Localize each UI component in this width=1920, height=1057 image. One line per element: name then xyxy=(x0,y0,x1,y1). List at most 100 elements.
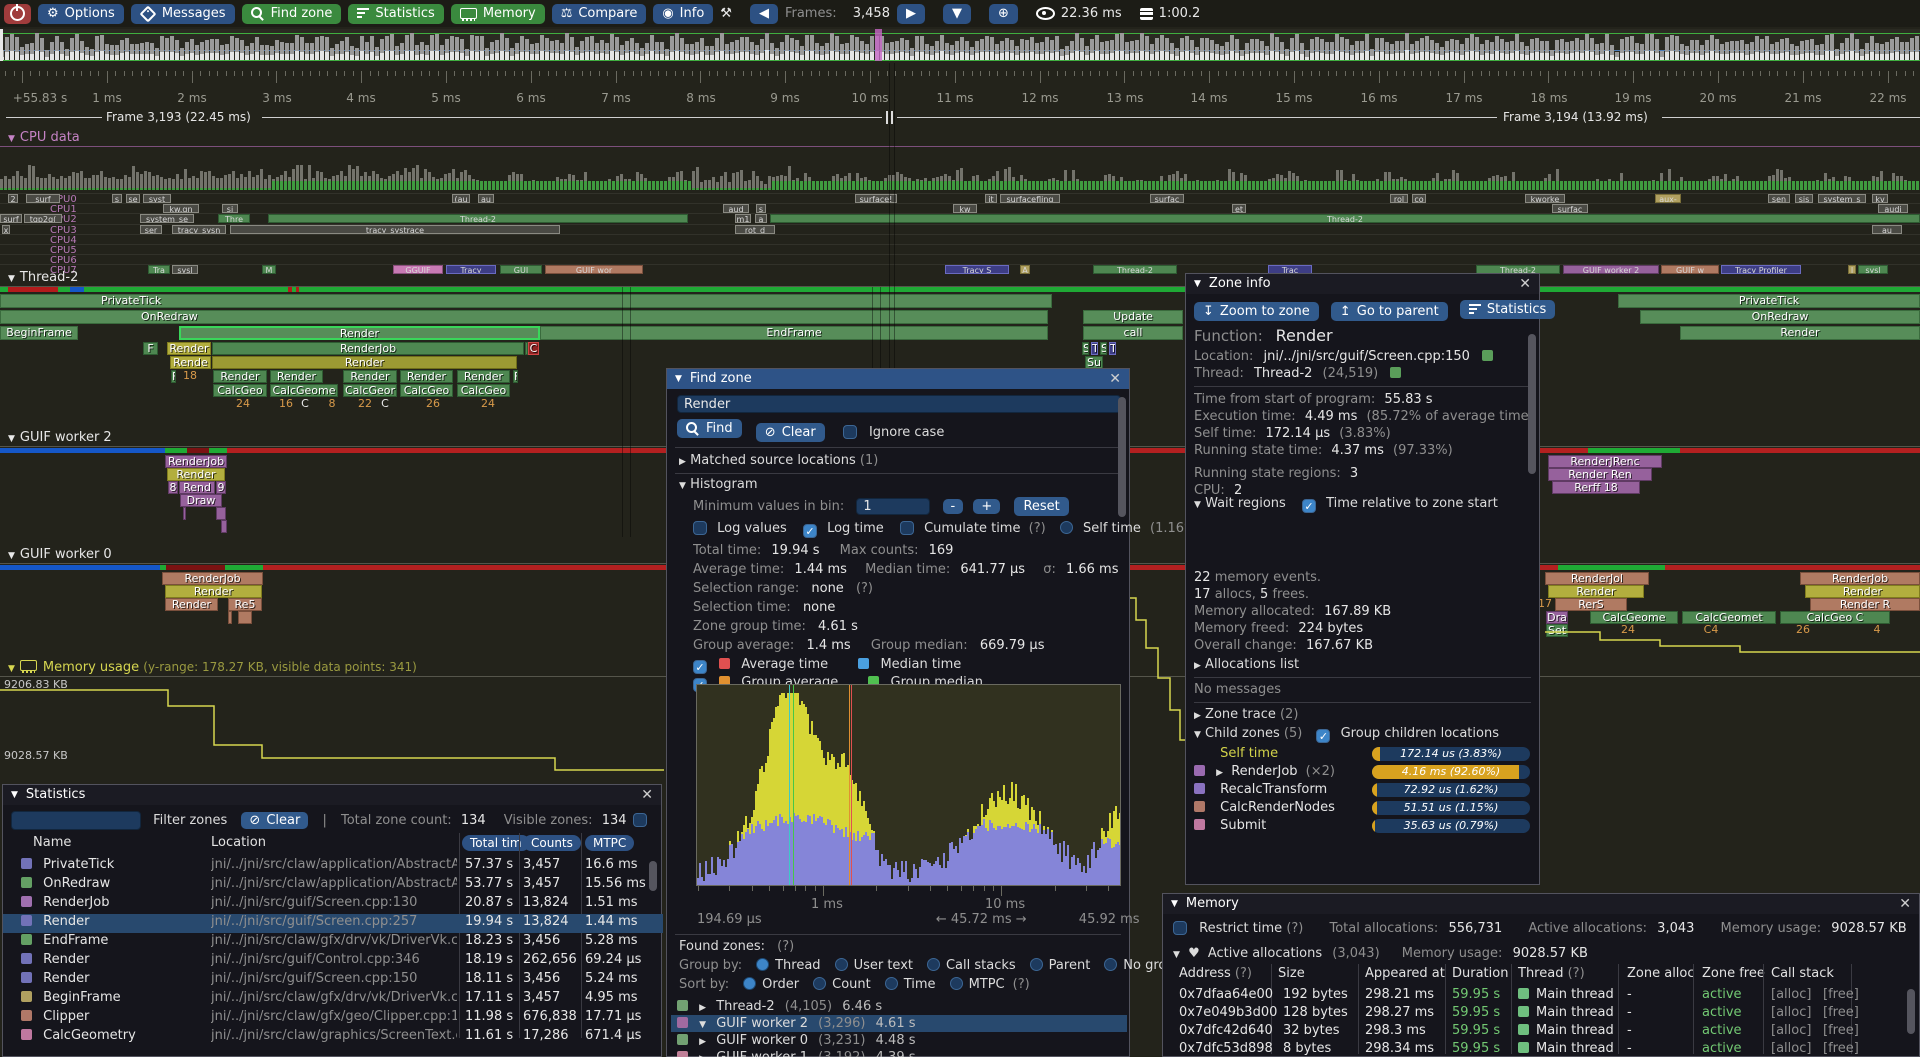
reset-button[interactable]: Reset xyxy=(1014,497,1068,516)
timeline-zone[interactable]: Re5 xyxy=(228,598,262,611)
log-values-checkbox[interactable] xyxy=(693,521,707,535)
statistics-row[interactable]: CalcGeometry jni/../jni/src/claw/graphic… xyxy=(3,1028,663,1047)
cpu-zone-chip[interactable]: kv xyxy=(1872,194,1888,203)
cpu-zone-chip[interactable]: a xyxy=(755,214,767,223)
crosshair-button[interactable]: ⊕ xyxy=(989,4,1018,24)
sort-by-time-radio[interactable] xyxy=(885,977,898,990)
min-bin-input[interactable] xyxy=(856,498,930,515)
cpu-zone-chip[interactable]: Thre xyxy=(218,214,250,223)
log-time-checkbox[interactable]: ✓ xyxy=(803,524,817,538)
timeline-zone[interactable]: 24 xyxy=(473,398,503,409)
cpu-zone-chip[interactable]: rot_d xyxy=(735,225,775,234)
help-mark[interactable]: (?) xyxy=(1029,521,1046,536)
cpu-zone-chip[interactable]: system_s xyxy=(1818,194,1866,203)
timeline-zone[interactable]: Render xyxy=(1548,585,1644,598)
self-time-checkbox[interactable] xyxy=(1060,521,1073,534)
timeline-zone[interactable]: CalcGeo C xyxy=(1780,611,1890,624)
sort-by-order-radio[interactable] xyxy=(743,977,756,990)
timeline-zone[interactable]: Render xyxy=(165,598,218,611)
timeline-zone[interactable]: C xyxy=(300,398,310,409)
help-mark[interactable]: (?) xyxy=(1013,977,1030,992)
info-button[interactable]: ◉Info xyxy=(653,4,713,24)
mem-col-header[interactable]: Call stack xyxy=(1771,966,1834,981)
cpu-zone-chip[interactable]: (au xyxy=(452,194,470,203)
filter-zones-input[interactable] xyxy=(11,811,141,830)
timeline-zone[interactable]: Render xyxy=(167,468,225,481)
mem-col-header[interactable]: Zone alloc xyxy=(1627,966,1695,981)
cpu-zone-chip[interactable]: sis xyxy=(1795,194,1813,203)
statistics-scrollbar[interactable] xyxy=(649,861,657,891)
cumulate-time-checkbox[interactable] xyxy=(900,521,914,535)
help-mark[interactable]: (?) xyxy=(777,939,794,954)
timeline-zone[interactable]: Render xyxy=(179,326,540,340)
timeline-zone[interactable]: T xyxy=(1091,342,1098,355)
cpu-zone-chip[interactable]: Thread-2 xyxy=(268,214,688,223)
timeline-zone[interactable]: Render Ren xyxy=(1548,468,1652,481)
cpu-zone-chip[interactable]: Tracy xyxy=(446,265,496,274)
timeline-zone[interactable] xyxy=(183,507,186,520)
timeline-zone[interactable]: Dra xyxy=(1546,611,1568,624)
timeline-zone[interactable]: call xyxy=(1083,326,1183,340)
cpu-zone-chip[interactable]: surfacefling xyxy=(1000,194,1060,203)
self-time-row[interactable]: Self time 172.14 us (3.83%) xyxy=(1194,746,1534,762)
time-axis[interactable]: +55.83 s1 ms2 ms3 ms4 ms5 ms6 ms7 ms8 ms… xyxy=(0,63,1920,109)
cpu-zone-chip[interactable]: tracy_systrace xyxy=(230,225,560,234)
statistics-row[interactable]: OnRedraw jni/../jni/src/claw/application… xyxy=(3,876,663,895)
cpu-zone-chip[interactable]: 2 xyxy=(8,194,18,203)
cpu-zone-chip[interactable]: surf xyxy=(26,194,60,203)
cpu-zone-chip[interactable]: se xyxy=(126,194,140,203)
close-icon[interactable]: ✕ xyxy=(1109,369,1121,389)
group-by-user-text-radio[interactable] xyxy=(835,958,848,971)
col-header-location[interactable]: Location xyxy=(211,835,266,850)
timeline-zone[interactable]: Render xyxy=(165,585,262,598)
timeline-zone[interactable]: Render xyxy=(457,370,510,383)
statistics-row[interactable]: Render jni/../jni/src/guif/Control.cpp:3… xyxy=(3,952,663,971)
timeline-zone[interactable]: BeginFrame xyxy=(0,326,78,340)
timeline-zone[interactable]: 18 xyxy=(178,370,202,383)
statistics-row[interactable]: RenderJob jni/../jni/src/guif/Screen.cpp… xyxy=(3,895,663,914)
cpu-zone-chip[interactable]: m1 xyxy=(735,214,751,223)
cpu-zone-chip[interactable]: GUIF wor xyxy=(545,265,643,274)
timeline-zone[interactable]: Rend xyxy=(179,481,215,494)
restrict-time-checkbox[interactable] xyxy=(1173,921,1187,935)
timeline-zone[interactable]: Render xyxy=(167,342,211,355)
draw-average-time-checkbox[interactable]: ✓ xyxy=(693,660,707,674)
thread-value[interactable]: Thread-2 xyxy=(1254,366,1312,381)
timeline-zone[interactable]: T xyxy=(1109,342,1116,355)
timeline-zone[interactable]: 24 xyxy=(1615,624,1641,637)
timeline-zone[interactable]: S xyxy=(1082,342,1089,355)
zone-trace-header[interactable]: ▶ Zone trace (2) xyxy=(1194,707,1298,722)
guif-worker-2-header[interactable]: ▼GUIF worker 2 xyxy=(8,430,112,445)
timeline-zone[interactable]: RenderJob xyxy=(212,342,524,355)
cpu-zone-chip[interactable]: A xyxy=(1020,265,1030,274)
frame-histogram-strip[interactable] xyxy=(0,29,1920,61)
zone-info-titlebar[interactable]: ▼ Zone info ✕ xyxy=(1186,274,1539,294)
active-allocations-section[interactable]: ▼ ♥ Active allocations (3,043) Memory us… xyxy=(1173,946,1588,961)
group-by-call-stacks-radio[interactable] xyxy=(927,958,940,971)
time-relative-checkbox[interactable]: ✓ xyxy=(1302,499,1316,513)
cpu-zone-chip[interactable]: Tra xyxy=(148,265,170,274)
timeline-zone[interactable]: 17 xyxy=(1538,598,1552,611)
group-by-no-grouping-radio[interactable] xyxy=(1104,958,1117,971)
cpu-zone-chip[interactable]: kw.gn xyxy=(163,204,199,213)
zone-statistics-button[interactable]: Statistics xyxy=(1460,300,1555,319)
timeline-zone[interactable]: CalcGeome xyxy=(1590,611,1678,624)
sort-by-count-radio[interactable] xyxy=(813,977,826,990)
cpu-zone-chip[interactable]: kworke xyxy=(1525,194,1565,203)
cpu-zone-chip[interactable]: Thread-2 xyxy=(1093,265,1177,274)
timeline-zone[interactable]: CalcGeomet xyxy=(1682,611,1776,624)
timeline-zone[interactable]: 8 xyxy=(327,398,337,409)
timeline-zone[interactable]: Render xyxy=(1805,585,1920,598)
timeline-zone[interactable]: 9 xyxy=(216,481,226,494)
child-zone-row[interactable]: ▶ RenderJob (×2) 4.16 ms (92.60%) xyxy=(1194,764,1534,780)
collapse-icon[interactable]: ▼ xyxy=(11,785,18,805)
timeline-zone[interactable]: Draw xyxy=(180,494,222,507)
cpu-zone-chip[interactable]: sysl xyxy=(172,265,198,274)
timeline-zone[interactable]: Render xyxy=(270,370,323,383)
child-zone-row[interactable]: Submit 35.63 us (0.79%) xyxy=(1194,818,1534,834)
find-zone-histogram[interactable] xyxy=(696,684,1121,886)
cpu-zone-chip[interactable]: Thread-2 xyxy=(770,214,1920,223)
group-children-checkbox[interactable]: ✓ xyxy=(1316,729,1330,743)
child-zone-row[interactable]: RecalcTransform 72.92 us (1.62%) xyxy=(1194,782,1534,798)
col-header-counts[interactable]: Counts xyxy=(523,835,581,851)
